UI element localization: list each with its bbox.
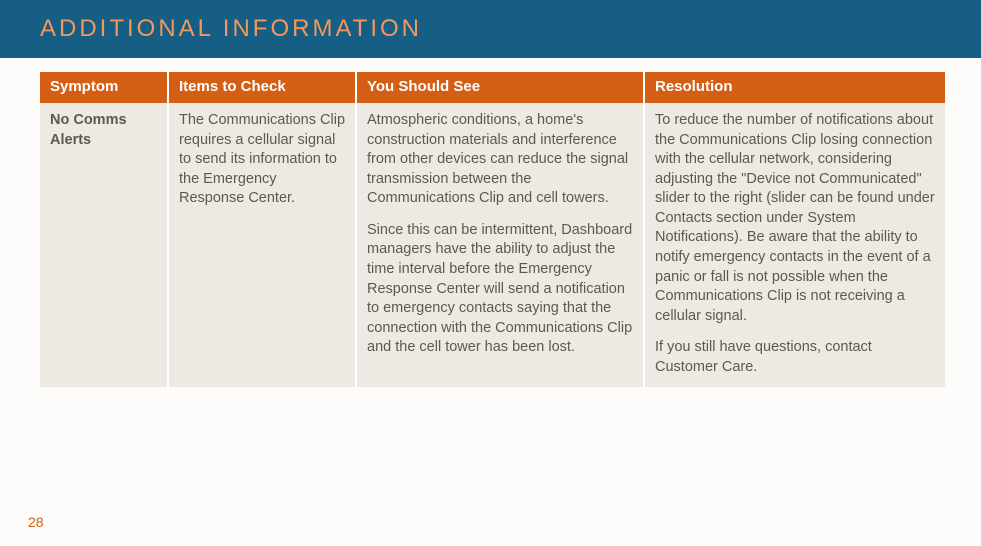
page-title: ADDITIONAL INFORMATION [40,15,422,43]
res-p2: If you still have questions, contact Cus… [655,338,935,377]
th-see: You Should See [356,72,644,103]
cell-items: The Communications Clip requires a cellu… [168,103,356,387]
see-p2: Since this can be intermittent, Dashboar… [367,221,633,358]
th-resolution: Resolution [644,72,945,103]
items-text: The Communications Clip requires a cellu… [179,111,345,209]
res-p1: To reduce the number of notifications ab… [655,111,935,326]
header-band: ADDITIONAL INFORMATION [0,0,981,58]
see-p1: Atmospheric conditions, a home's constru… [367,111,633,209]
table-row: No Comms Alerts The Communications Clip … [40,103,945,387]
content-area: Symptom Items to Check You Should See Re… [0,58,981,387]
th-symptom: Symptom [40,72,168,103]
cell-resolution: To reduce the number of notifications ab… [644,103,945,387]
info-table: Symptom Items to Check You Should See Re… [40,72,945,387]
cell-see: Atmospheric conditions, a home's constru… [356,103,644,387]
page-number: 28 [28,514,44,530]
table-header-row: Symptom Items to Check You Should See Re… [40,72,945,103]
cell-symptom: No Comms Alerts [40,103,168,387]
th-items: Items to Check [168,72,356,103]
